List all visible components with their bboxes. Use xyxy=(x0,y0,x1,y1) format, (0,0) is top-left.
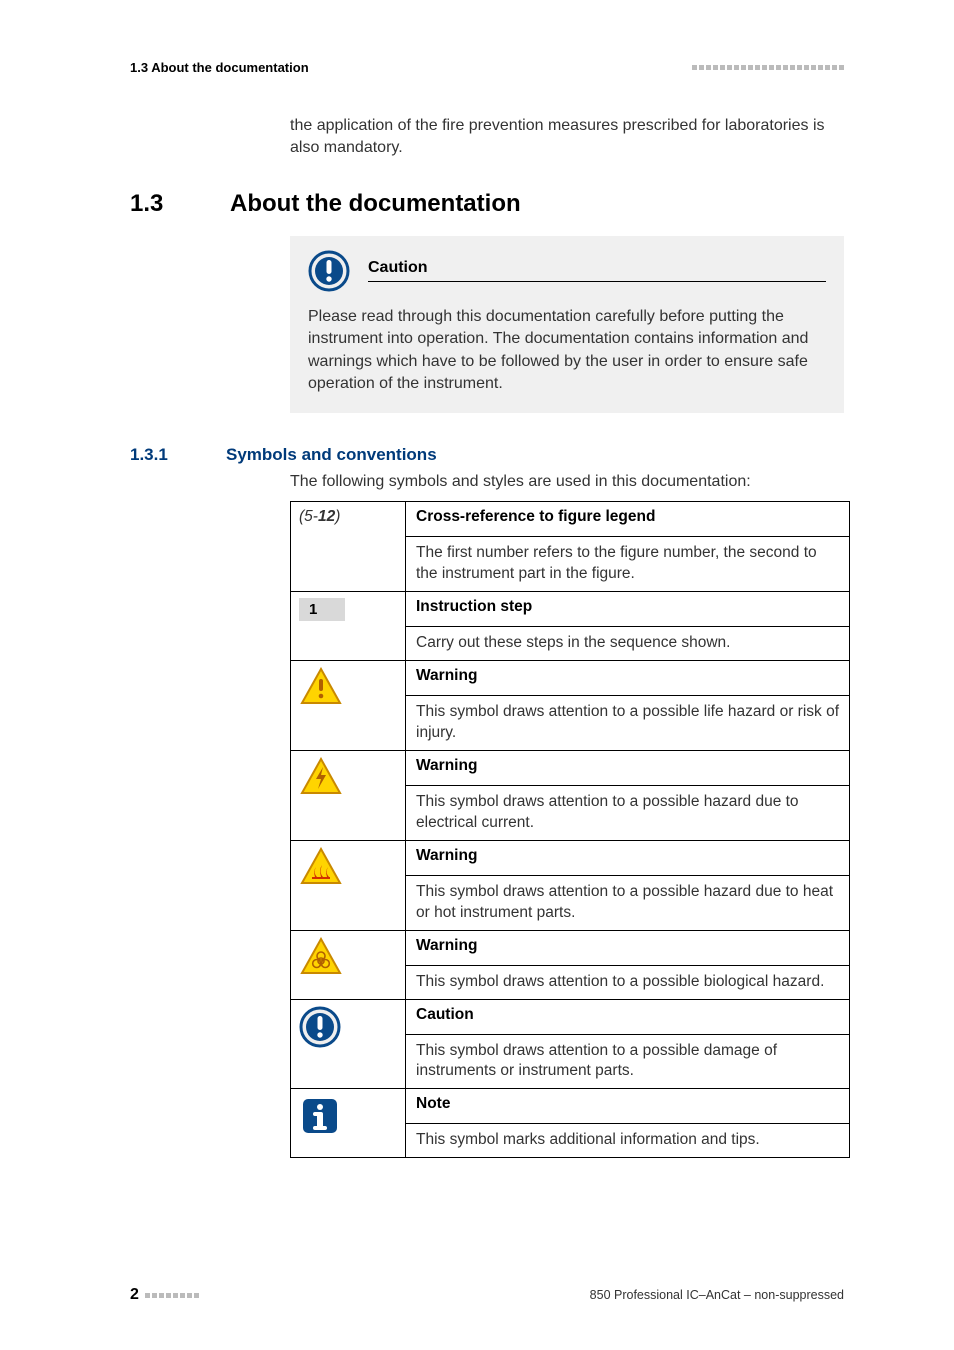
page-number: 2 xyxy=(130,1286,139,1304)
step-number-badge: 1 xyxy=(299,598,345,621)
warning-life-icon-cell xyxy=(291,661,406,751)
footer-right: 850 Professional IC–AnCat – non-suppress… xyxy=(590,1288,844,1302)
subsection-number: 1.3.1 xyxy=(130,445,190,465)
table-row: Warning xyxy=(291,750,850,785)
warning-life-icon xyxy=(299,667,343,707)
crossref-label-cell: (5-12) xyxy=(291,502,406,592)
warning-heat-icon xyxy=(299,847,343,887)
warning-life-title-cell: Warning xyxy=(406,661,850,696)
crossref-label: (5-12) xyxy=(299,508,340,525)
note-info-icon xyxy=(299,1095,341,1137)
page-header: 1.3 About the documentation xyxy=(130,60,844,75)
caution-icon-cell xyxy=(291,999,406,1089)
warning-biohazard-icon xyxy=(299,937,343,977)
warning-life-desc-cell: This symbol draws attention to a possibl… xyxy=(406,696,850,751)
table-row: Warning xyxy=(291,661,850,696)
table-row: Warning xyxy=(291,930,850,965)
warning-heat-desc-cell: This symbol draws attention to a possibl… xyxy=(406,875,850,930)
warning-bio-icon-cell xyxy=(291,930,406,999)
caution-circle-icon xyxy=(299,1006,341,1048)
subsection-heading: 1.3.1 Symbols and conventions xyxy=(130,445,844,465)
warning-bio-desc-cell: This symbol draws attention to a possibl… xyxy=(406,965,850,999)
symbols-table: (5-12) Cross-reference to figure legend … xyxy=(290,501,850,1158)
section-heading: 1.3 About the documentation xyxy=(130,190,844,218)
caution-row-desc-cell: This symbol draws attention to a possibl… xyxy=(406,1034,850,1089)
header-ornament xyxy=(692,65,844,70)
warning-heat-icon-cell xyxy=(291,840,406,930)
caution-callout: Caution Please read through this documen… xyxy=(290,236,844,414)
warning-electric-desc-cell: This symbol draws attention to a possibl… xyxy=(406,785,850,840)
warning-electric-icon xyxy=(299,757,343,797)
subsection-title: Symbols and conventions xyxy=(226,445,437,465)
table-row: Caution xyxy=(291,999,850,1034)
section-title: About the documentation xyxy=(230,190,521,218)
warning-electric-title-cell: Warning xyxy=(406,750,850,785)
page-footer: 2 850 Professional IC–AnCat – non-suppre… xyxy=(130,1286,844,1304)
note-desc-cell: This symbol marks additional information… xyxy=(406,1124,850,1158)
warning-heat-title-cell: Warning xyxy=(406,840,850,875)
caution-row-title-cell: Caution xyxy=(406,999,850,1034)
step-icon-cell: 1 xyxy=(291,592,406,661)
section-number: 1.3 xyxy=(130,190,185,218)
warning-electric-icon-cell xyxy=(291,750,406,840)
table-row: Note xyxy=(291,1089,850,1124)
note-icon-cell xyxy=(291,1089,406,1158)
caution-title: Caution xyxy=(368,259,826,282)
continuation-paragraph: the application of the fire prevention m… xyxy=(290,115,844,160)
footer-ornament xyxy=(145,1293,199,1298)
note-title-cell: Note xyxy=(406,1089,850,1124)
step-desc-cell: Carry out these steps in the sequence sh… xyxy=(406,627,850,661)
table-intro: The following symbols and styles are use… xyxy=(290,473,844,491)
caution-header: Caution xyxy=(308,250,826,292)
caution-body: Please read through this documentation c… xyxy=(308,306,826,396)
header-section-path: 1.3 About the documentation xyxy=(130,60,309,75)
step-title-cell: Instruction step xyxy=(406,592,850,627)
caution-icon xyxy=(308,250,350,292)
table-row: Warning xyxy=(291,840,850,875)
footer-left: 2 xyxy=(130,1286,199,1304)
crossref-desc-cell: The first number refers to the figure nu… xyxy=(406,537,850,592)
warning-bio-title-cell: Warning xyxy=(406,930,850,965)
table-row: 1 Instruction step xyxy=(291,592,850,627)
crossref-title-cell: Cross-reference to figure legend xyxy=(406,502,850,537)
table-row: (5-12) Cross-reference to figure legend xyxy=(291,502,850,537)
